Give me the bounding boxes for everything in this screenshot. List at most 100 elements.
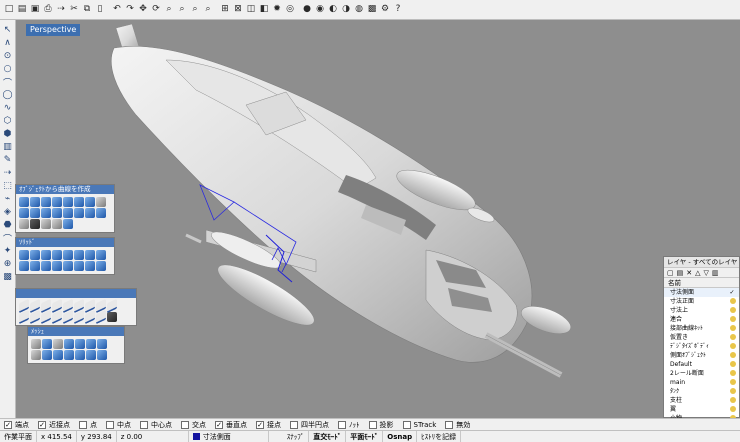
left-tool-2-icon[interactable]: ⊙ bbox=[1, 50, 14, 62]
pan-icon[interactable]: ✥ bbox=[137, 3, 149, 17]
palette-title[interactable] bbox=[16, 289, 136, 298]
palette-tool-icon[interactable] bbox=[31, 339, 41, 349]
left-tool-5-icon[interactable]: ◯ bbox=[1, 89, 14, 101]
four-viewports-icon[interactable]: ⊞ bbox=[219, 3, 231, 17]
layer-visibility-bulb-icon[interactable] bbox=[730, 406, 736, 412]
import-icon[interactable]: ⇢ bbox=[55, 3, 67, 17]
layer-visibility-bulb-icon[interactable] bbox=[730, 307, 736, 313]
status-history-toggle[interactable]: ﾋｽﾄﾘを記録 bbox=[417, 430, 462, 442]
palette-tool-icon[interactable] bbox=[97, 339, 107, 349]
palette-tool-icon[interactable] bbox=[52, 261, 62, 271]
left-tool-0-icon[interactable]: ↖ bbox=[1, 24, 14, 36]
status-ortho-toggle[interactable]: 直交ﾓｰﾄﾞ bbox=[309, 430, 347, 442]
palette-tool-icon[interactable] bbox=[63, 197, 73, 207]
layer-tool-3-icon[interactable]: △ bbox=[695, 268, 700, 277]
left-tool-4-icon[interactable]: ⌒ bbox=[1, 76, 14, 89]
layer-row[interactable]: ﾃﾞｼﾞﾀｲｽﾞﾎﾞﾃﾞｨ bbox=[664, 342, 739, 351]
palette-tool-icon[interactable] bbox=[53, 350, 63, 360]
help-icon[interactable]: ? bbox=[392, 3, 404, 17]
palette-tool-icon[interactable] bbox=[42, 350, 52, 360]
left-tool-1-icon[interactable]: ∧ bbox=[1, 37, 14, 49]
osnap-checkbox[interactable] bbox=[402, 420, 411, 429]
palette-tool-icon[interactable] bbox=[97, 350, 107, 360]
palette-tool-icon[interactable] bbox=[85, 250, 95, 260]
osnap-checkbox[interactable]: ✓ bbox=[215, 420, 223, 429]
layer-row[interactable]: 仮置き bbox=[664, 333, 739, 342]
osnap-checkbox[interactable]: ✓ bbox=[4, 420, 12, 429]
palette-tool-icon[interactable] bbox=[86, 339, 96, 349]
left-tool-19-icon[interactable]: ▩ bbox=[1, 271, 14, 283]
osnap-option[interactable]: ﾉｯﾄ bbox=[338, 420, 360, 430]
palette-title[interactable]: ｵﾌﾞｼﾞｪｸﾄから曲線を作成 bbox=[16, 185, 114, 194]
palette-tool-icon[interactable] bbox=[52, 250, 62, 260]
osnap-option[interactable]: 無効 bbox=[445, 420, 470, 430]
layer-row[interactable]: 接部曲線ﾈｯﾄ bbox=[664, 324, 739, 333]
zoom-dynamic-icon[interactable]: ⌕ bbox=[163, 3, 175, 17]
palette-tool-icon[interactable] bbox=[74, 208, 84, 218]
left-tool-13-icon[interactable]: ⌁ bbox=[1, 193, 14, 205]
zoom-selected-icon[interactable]: ⌕ bbox=[202, 3, 214, 17]
ghosted-icon[interactable]: ◐ bbox=[327, 3, 339, 17]
object-properties-icon[interactable]: ◧ bbox=[258, 3, 270, 17]
palette-tool-icon[interactable] bbox=[19, 197, 29, 207]
palette-tool-icon[interactable] bbox=[30, 261, 40, 271]
palette-tool-icon[interactable] bbox=[52, 219, 62, 229]
save-icon[interactable]: ▣ bbox=[29, 3, 41, 17]
layer-tool-4-icon[interactable]: ▽ bbox=[704, 268, 709, 277]
palette-tool-icon[interactable] bbox=[85, 197, 95, 207]
palette-tool-icon[interactable] bbox=[63, 250, 73, 260]
cut-icon[interactable]: ✂ bbox=[68, 3, 80, 17]
rendered-icon[interactable]: ◉ bbox=[314, 3, 326, 17]
layer-row[interactable]: 連合 bbox=[664, 315, 739, 324]
left-tool-8-icon[interactable]: ⬢ bbox=[1, 128, 14, 140]
palette-tool-icon[interactable] bbox=[30, 208, 40, 218]
layer-visibility-bulb-icon[interactable] bbox=[730, 397, 736, 403]
left-tool-7-icon[interactable]: ⬡ bbox=[1, 115, 14, 127]
open-file-icon[interactable]: ▤ bbox=[16, 3, 28, 17]
layer-visibility-bulb-icon[interactable] bbox=[730, 379, 736, 385]
palette-title[interactable]: ｿﾘｯﾄﾞ bbox=[16, 238, 114, 247]
status-current-layer[interactable]: 寸法側面 bbox=[189, 430, 269, 442]
palette-tool-icon[interactable] bbox=[41, 197, 51, 207]
palette-tool-icon[interactable] bbox=[30, 250, 40, 260]
layer-row[interactable]: main bbox=[664, 378, 739, 387]
palette-tool-icon[interactable] bbox=[63, 261, 73, 271]
layer-tool-1-icon[interactable]: ▤ bbox=[677, 268, 684, 277]
palette-tool-icon[interactable] bbox=[41, 250, 51, 260]
layer-row[interactable]: 2レール断面 bbox=[664, 369, 739, 378]
osnap-option[interactable]: 投影 bbox=[368, 420, 394, 430]
palette-tool-icon[interactable] bbox=[64, 339, 74, 349]
render-settings-icon[interactable]: ◎ bbox=[284, 3, 296, 17]
osnap-checkbox[interactable] bbox=[368, 420, 377, 429]
undo-icon[interactable]: ↶ bbox=[111, 3, 123, 17]
palette-tool-icon[interactable] bbox=[31, 350, 41, 360]
layer-visibility-bulb-icon[interactable] bbox=[730, 352, 736, 358]
palette-tool-icon[interactable] bbox=[63, 219, 73, 229]
palette-tool-icon[interactable] bbox=[42, 339, 52, 349]
layer-visibility-bulb-icon[interactable] bbox=[730, 298, 736, 304]
left-tool-16-icon[interactable]: ⌒ bbox=[1, 232, 14, 245]
palette-tool-icon[interactable] bbox=[30, 219, 40, 229]
grid-icon[interactable]: ⊠ bbox=[232, 3, 244, 17]
lights-icon[interactable]: ✹ bbox=[271, 3, 283, 17]
palette-tool-icon[interactable] bbox=[75, 350, 85, 360]
palette-tool-icon[interactable] bbox=[52, 197, 62, 207]
osnap-option[interactable]: ✓ 垂直点 bbox=[215, 420, 247, 430]
layer-row[interactable]: 寸法側面 ✓ bbox=[664, 288, 739, 297]
layer-visibility-bulb-icon[interactable] bbox=[730, 370, 736, 376]
palette-tool-icon[interactable] bbox=[85, 208, 95, 218]
layers-icon[interactable]: ◫ bbox=[245, 3, 257, 17]
osnap-checkbox[interactable] bbox=[338, 420, 346, 429]
osnap-option[interactable]: 四半円点 bbox=[290, 420, 329, 430]
layer-visibility-bulb-icon[interactable] bbox=[730, 361, 736, 367]
zoom-extents-icon[interactable]: ⌕ bbox=[189, 3, 201, 17]
palette-tool-icon[interactable] bbox=[19, 208, 29, 218]
palette-tool-icon[interactable] bbox=[96, 250, 106, 260]
status-osnap-toggle[interactable]: Osnap bbox=[383, 430, 418, 442]
palette-tool-icon[interactable] bbox=[19, 219, 29, 229]
status-cplane[interactable]: 作業平面 bbox=[0, 430, 37, 442]
layer-row[interactable]: 支柱 bbox=[664, 396, 739, 405]
preview-icon[interactable]: ▩ bbox=[366, 3, 378, 17]
palette-tool-icon[interactable] bbox=[75, 339, 85, 349]
layer-tool-2-icon[interactable]: ✕ bbox=[686, 268, 692, 277]
